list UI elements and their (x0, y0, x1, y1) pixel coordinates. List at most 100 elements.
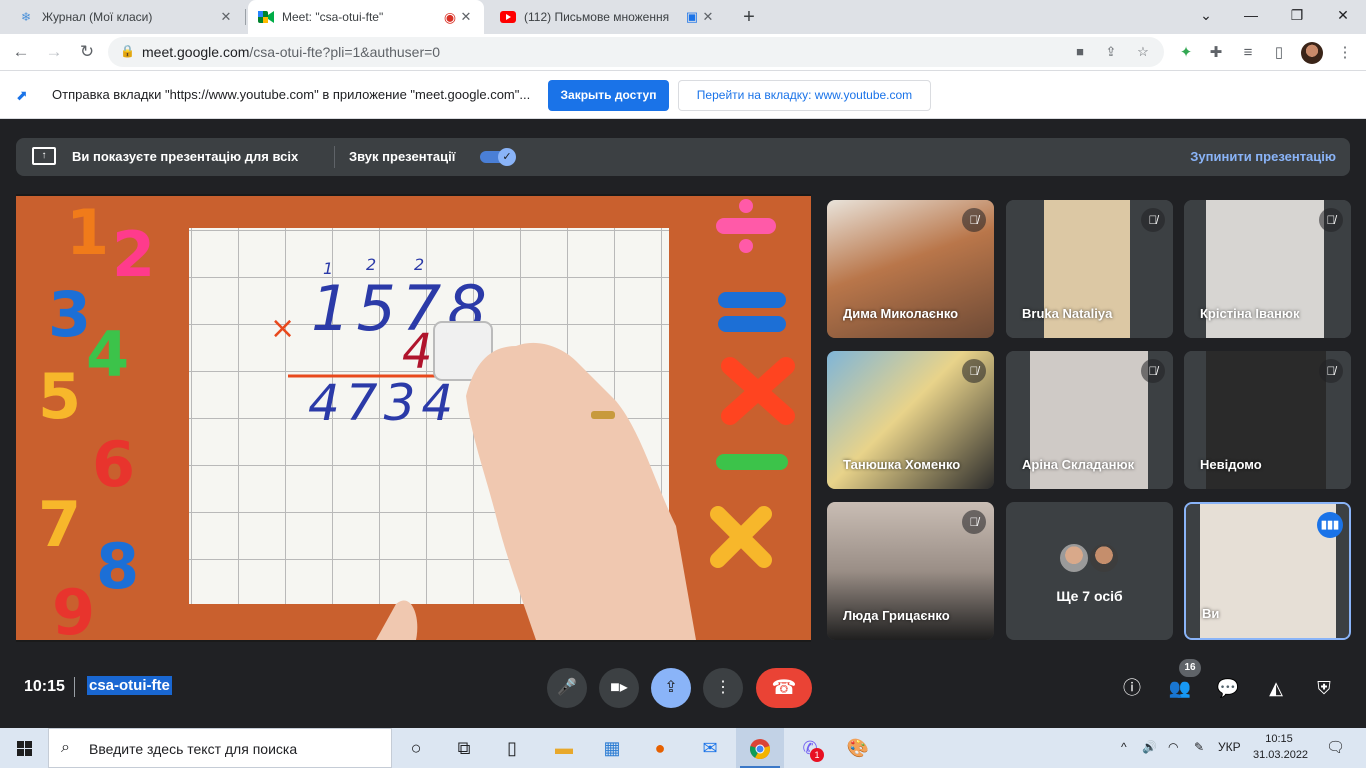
video-camera-icon: ■▸ (610, 679, 628, 696)
multiplier: 4 (402, 324, 433, 380)
microsoft-store-icon[interactable]: ▦ (588, 728, 636, 768)
presentation-sound-toggle[interactable]: ✓ (480, 148, 518, 166)
reload-button[interactable]: ↻ (74, 39, 100, 65)
mail-icon[interactable]: ✉ (686, 728, 734, 768)
close-tab-icon[interactable]: ✕ (700, 9, 716, 25)
taskbar-clock[interactable]: 10:15 31.03.2022 (1253, 731, 1308, 763)
search-placeholder: Введите здесь текст для поиска (89, 741, 298, 757)
close-tab-icon[interactable]: ✕ (218, 9, 234, 25)
lock-icon[interactable]: 🔒 (120, 44, 135, 58)
meeting-code[interactable]: csa-otui-fte (87, 676, 172, 695)
present-screen-icon: ⇪ (664, 679, 678, 696)
more-participants-label: Ще 7 осіб (1056, 588, 1123, 604)
participant-name: Люда Грицаєнко (843, 608, 950, 623)
present-screen-icon: ↑ (32, 147, 56, 165)
more-options-button[interactable]: ⋮ (703, 668, 743, 708)
tab-search-chevron-icon[interactable]: ⌄ (1183, 0, 1229, 30)
participant-tile[interactable]: 🎙̸ Невідомо (1184, 351, 1351, 489)
close-tab-icon[interactable]: ✕ (458, 9, 474, 25)
speaking-indicator-icon: ▮▮▮ (1317, 512, 1343, 538)
tab-meet[interactable]: Meet: "csa-otui-fte" ◉ ✕ (248, 0, 484, 34)
tab-youtube[interactable]: (112) Письмове множення ▣ ✕ (490, 0, 726, 34)
participant-name: Ви (1202, 606, 1220, 621)
menu-kebab-icon[interactable]: ⋮ (1334, 42, 1356, 64)
viber-icon[interactable]: ✆ (786, 728, 834, 768)
screen-share-tab-icon: ▣ (685, 9, 699, 24)
taskbar-search-input[interactable]: ⌕ Введите здесь текст для поиска (48, 728, 392, 768)
url-text: meet.google.com/csa-otui-fte?pli=1&authu… (142, 44, 441, 60)
host-controls-shield-icon[interactable]: ⛨ (1310, 674, 1338, 702)
tray-chevron-icon[interactable]: ^ (1121, 740, 1127, 754)
go-to-tab-button[interactable]: Перейти на вкладку: www.youtube.com (678, 80, 931, 111)
activities-icon[interactable]: ◭ (1262, 674, 1290, 702)
multiplication-sign: × (270, 311, 295, 346)
camera-button[interactable]: ■▸ (599, 668, 639, 708)
task-view-icon[interactable]: ⧉ (440, 728, 488, 768)
viber-notification-badge: 1 (810, 748, 824, 762)
participant-tile[interactable]: 🎙̸ Bruka Nataliya (1006, 200, 1173, 338)
windows-start-icon[interactable] (0, 728, 48, 768)
mic-off-icon: 🎙̸ (1141, 359, 1165, 383)
present-button[interactable]: ⇪ (651, 668, 691, 708)
avatar (1088, 542, 1120, 574)
cast-tab-icon: ⬈ (16, 87, 28, 103)
camera-icon[interactable]: ■ (1069, 42, 1091, 62)
wifi-icon[interactable]: ◠ (1168, 740, 1178, 754)
media-control-icon[interactable]: ≡ (1237, 42, 1259, 64)
tab-journal[interactable]: ❄ Журнал (Мої класи) ✕ (8, 0, 244, 34)
minimize-button[interactable]: — (1228, 0, 1274, 30)
participant-tile[interactable]: 🎙̸ Дима Миколаєнко (827, 200, 994, 338)
participant-name: Крістіна Іванюк (1200, 306, 1300, 321)
phone-hangup-icon: ☎ (771, 677, 797, 699)
more-participants-tile[interactable]: Ще 7 осіб (1006, 502, 1173, 640)
firefox-icon[interactable]: ● (636, 728, 684, 768)
extensions-icon[interactable]: ✚ (1205, 42, 1227, 64)
stop-sharing-button[interactable]: Закрыть доступ (548, 80, 669, 111)
people-icon[interactable]: 👥 (1166, 674, 1194, 702)
maximize-button[interactable]: ❐ (1274, 0, 1320, 30)
participant-tile[interactable]: 🎙̸ Люда Грицаєнко (827, 502, 994, 640)
extension-puzzle-green-icon[interactable]: ✦ (1175, 42, 1197, 64)
check-icon: ✓ (498, 148, 516, 166)
volume-icon[interactable]: 🔊 (1142, 740, 1157, 754)
bookmark-star-icon[interactable]: ☆ (1132, 42, 1154, 62)
stop-presenting-button[interactable]: Зупинити презентацію (1190, 149, 1336, 164)
cortana-circle-icon[interactable]: ○ (392, 728, 440, 768)
notifications-icon[interactable]: 🗨 (1326, 738, 1345, 756)
meeting-details-info-icon[interactable]: ⓘ (1118, 674, 1146, 702)
participant-name: Невідомо (1200, 457, 1262, 472)
paint-icon[interactable]: 🎨 (834, 728, 882, 768)
svg-text:3: 3 (48, 278, 91, 351)
document-icon[interactable]: ▯ (488, 728, 536, 768)
share-icon[interactable]: ⇪ (1100, 42, 1122, 62)
browser-toolbar: ← → ↻ 🔒 meet.google.com/csa-otui-fte?pli… (0, 34, 1366, 71)
side-panel-icon[interactable]: ▯ (1268, 42, 1290, 64)
chrome-taskbar-icon[interactable] (736, 728, 784, 768)
participant-tile[interactable]: 🎙̸ Танюшка Хоменко (827, 351, 994, 489)
new-tab-button[interactable]: + (737, 5, 761, 29)
participant-tile[interactable]: 🎙̸ Крістіна Іванюк (1184, 200, 1351, 338)
chat-icon[interactable]: 💬 (1214, 674, 1242, 702)
meet-call: ↑ Ви показуєте презентацію для всіх Звук… (0, 120, 1366, 728)
forward-button[interactable]: → (41, 39, 67, 65)
self-view-tile[interactable]: ▮▮▮ Ви (1184, 502, 1351, 640)
tab-title: Meet: "csa-otui-fte" (282, 10, 384, 24)
avatar (1058, 542, 1090, 574)
close-window-button[interactable]: ✕ (1320, 0, 1366, 30)
participant-name: Танюшка Хоменко (843, 457, 961, 472)
presenting-message: Ви показуєте презентацію для всіх (72, 149, 299, 164)
keyboard-language[interactable]: УКР (1218, 740, 1241, 754)
back-button[interactable]: ← (8, 39, 34, 65)
file-explorer-icon[interactable]: ▬ (540, 728, 588, 768)
divider (334, 146, 335, 168)
pen-icon[interactable]: ✎ (1194, 740, 1204, 754)
svg-text:7: 7 (38, 488, 81, 561)
participant-tile[interactable]: 🎙̸ Аріна Складанюк (1006, 351, 1173, 489)
address-bar[interactable]: 🔒 meet.google.com/csa-otui-fte?pli=1&aut… (108, 37, 1164, 67)
mic-off-icon: 🎙̸ (1319, 208, 1343, 232)
presenting-bar: ↑ Ви показуєте презентацію для всіх Звук… (16, 138, 1350, 176)
tab-title: Журнал (Мої класи) (42, 10, 153, 24)
leave-call-button[interactable]: ☎ (756, 668, 812, 708)
microphone-button[interactable]: 🎤 (547, 668, 587, 708)
profile-avatar[interactable] (1301, 42, 1323, 64)
